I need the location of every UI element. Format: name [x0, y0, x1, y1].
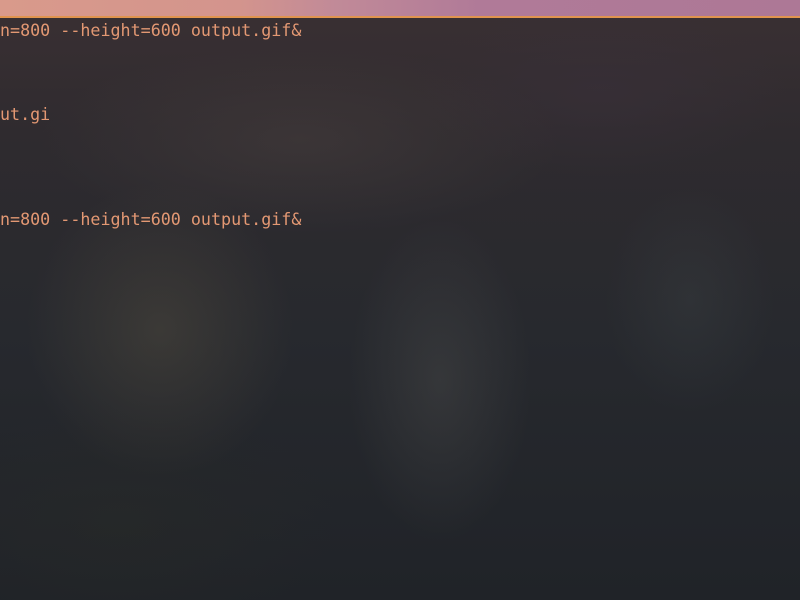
- terminal-line: n=800 --height=600 output.gif&: [0, 20, 302, 40]
- terminal-line: ut.gi: [0, 104, 51, 124]
- terminal-window: n=800 --height=600 output.gif& ut.gi n=8…: [0, 0, 800, 600]
- terminal-line: n=800 --height=600 output.gif&: [0, 209, 302, 229]
- top-panel-bar: [0, 0, 800, 16]
- terminal-output[interactable]: n=800 --height=600 output.gif& ut.gi n=8…: [0, 18, 800, 600]
